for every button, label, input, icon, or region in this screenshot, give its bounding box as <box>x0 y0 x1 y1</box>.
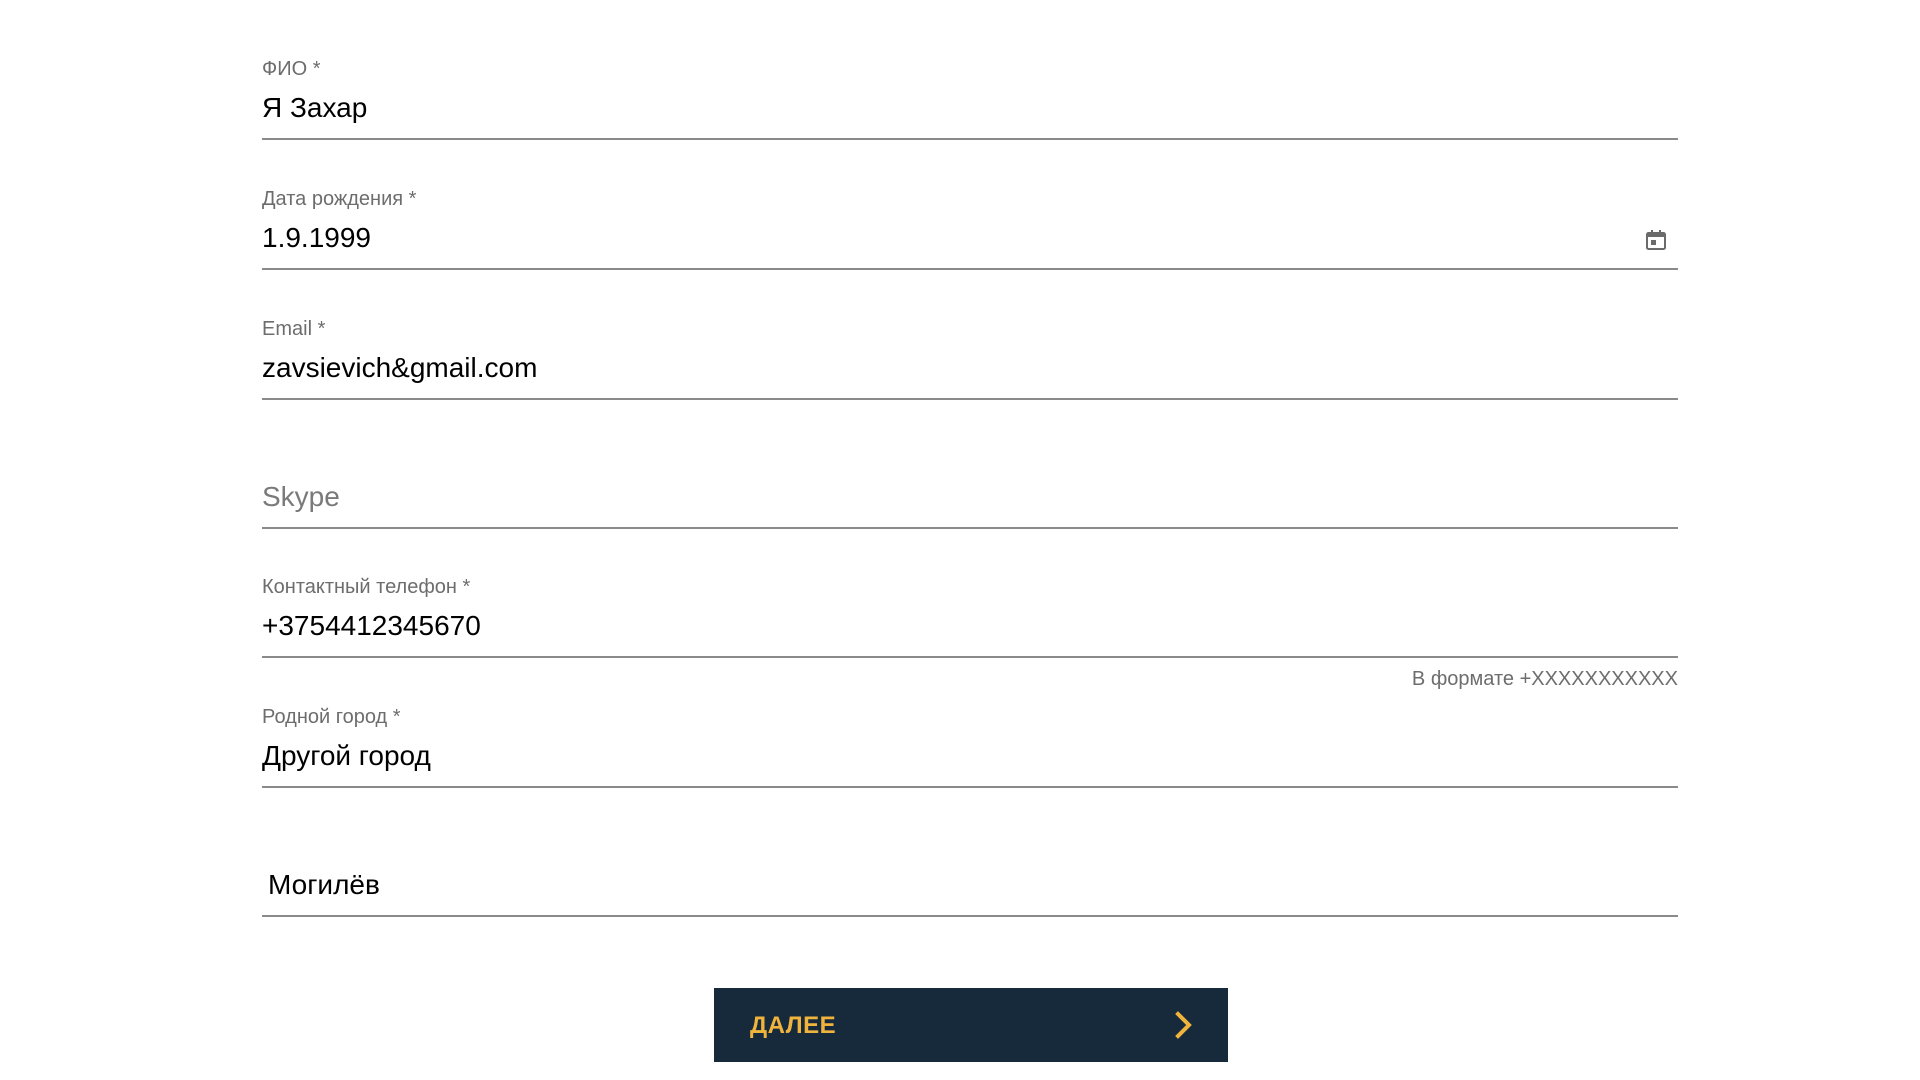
next-button-label: ДАЛЕЕ <box>750 1012 837 1039</box>
full-name-label: ФИО * <box>262 58 321 80</box>
birth-date-field: Дата рождения * <box>262 130 1678 270</box>
phone-field: Контактный телефон * <box>262 518 1678 658</box>
skype-input[interactable] <box>262 479 1642 515</box>
next-button[interactable]: ДАЛЕЕ <box>714 988 1228 1062</box>
email-field: Email * <box>262 260 1678 400</box>
calendar-icon[interactable] <box>1644 228 1668 252</box>
home-city-label: Родной город * <box>262 706 401 728</box>
phone-input[interactable] <box>262 608 1642 644</box>
full-name-input[interactable] <box>262 90 1642 126</box>
home-city-field[interactable]: Родной город * <box>262 648 1678 788</box>
skype-field <box>262 389 1678 529</box>
other-city-field <box>262 777 1678 917</box>
other-city-underline <box>262 915 1678 917</box>
birth-date-label: Дата рождения * <box>262 188 417 210</box>
birth-date-input[interactable] <box>262 220 1642 256</box>
chevron-right-icon <box>1168 1010 1198 1040</box>
home-city-select[interactable] <box>262 738 1642 774</box>
full-name-field: ФИО * <box>262 0 1678 140</box>
email-label: Email * <box>262 318 326 340</box>
phone-label: Контактный телефон * <box>262 576 471 598</box>
other-city-input[interactable] <box>268 867 1648 903</box>
email-input[interactable] <box>262 350 1642 386</box>
